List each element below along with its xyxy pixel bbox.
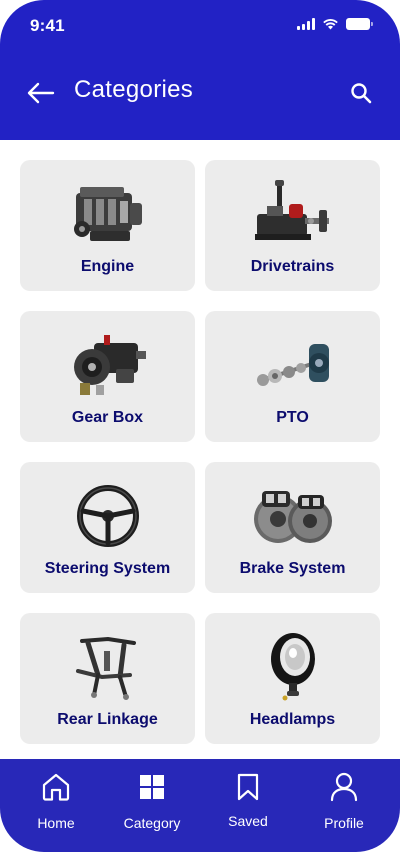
- bottom-navigation: Home Category Saved Profile: [0, 759, 400, 852]
- back-button[interactable]: [24, 76, 58, 110]
- home-icon: [41, 771, 71, 803]
- pto-image: [248, 325, 338, 405]
- drivetrain-image: [248, 174, 338, 254]
- category-card-steering-system[interactable]: Steering System: [20, 462, 195, 593]
- category-card-brake-system[interactable]: Brake System: [205, 462, 380, 593]
- nav-category-label: Category: [123, 815, 181, 831]
- battery-icon: [346, 18, 373, 30]
- engine-image: [63, 174, 153, 254]
- status-icons: [297, 18, 373, 30]
- category-label: Gear Box: [71, 409, 144, 426]
- category-card-drivetrains[interactable]: Drivetrains: [205, 160, 380, 291]
- steering-wheel-image: [63, 476, 153, 556]
- page-title: Categories: [74, 76, 194, 103]
- wifi-icon: [323, 19, 338, 30]
- category-label: Rear Linkage: [57, 711, 158, 728]
- arrow-left-icon: [27, 82, 55, 104]
- headlamp-image: [248, 627, 338, 707]
- category-card-engine[interactable]: Engine: [20, 160, 195, 291]
- search-button[interactable]: [344, 76, 378, 110]
- nav-home-label: Home: [37, 815, 75, 831]
- category-label: Engine: [80, 258, 135, 275]
- category-label: PTO: [276, 409, 309, 426]
- category-label: Brake System: [239, 560, 346, 577]
- search-icon: [351, 83, 372, 104]
- category-card-pto[interactable]: PTO: [205, 311, 380, 442]
- cellular-signal-icon: [297, 18, 315, 30]
- nav-home[interactable]: Home: [11, 771, 101, 831]
- category-label: Steering System: [44, 560, 171, 577]
- rear-linkage-image: [63, 627, 153, 707]
- nav-category[interactable]: Category: [107, 771, 197, 831]
- user-icon: [330, 771, 358, 803]
- grid-icon: [139, 771, 165, 803]
- app-header: 9:41 Categories: [0, 0, 400, 140]
- nav-profile[interactable]: Profile: [299, 771, 389, 831]
- category-card-headlamps[interactable]: Headlamps: [205, 613, 380, 744]
- category-card-rear-linkage[interactable]: Rear Linkage: [20, 613, 195, 744]
- category-grid: Engine Drivetrains Gear Box PTO Steering…: [20, 160, 380, 744]
- bookmark-icon: [237, 771, 259, 803]
- status-bar: 9:41: [0, 0, 400, 52]
- nav-profile-label: Profile: [324, 815, 364, 831]
- gearbox-image: [63, 325, 153, 405]
- nav-saved-label: Saved: [228, 813, 268, 829]
- category-label: Headlamps: [249, 711, 336, 728]
- status-time: 9:41: [30, 16, 65, 35]
- category-label: Drivetrains: [250, 258, 335, 275]
- category-card-gear-box[interactable]: Gear Box: [20, 311, 195, 442]
- phone-screen: 9:41 Categories Engine Drivetrains Gear …: [0, 0, 400, 852]
- brake-disc-image: [248, 476, 338, 556]
- nav-saved[interactable]: Saved: [203, 771, 293, 829]
